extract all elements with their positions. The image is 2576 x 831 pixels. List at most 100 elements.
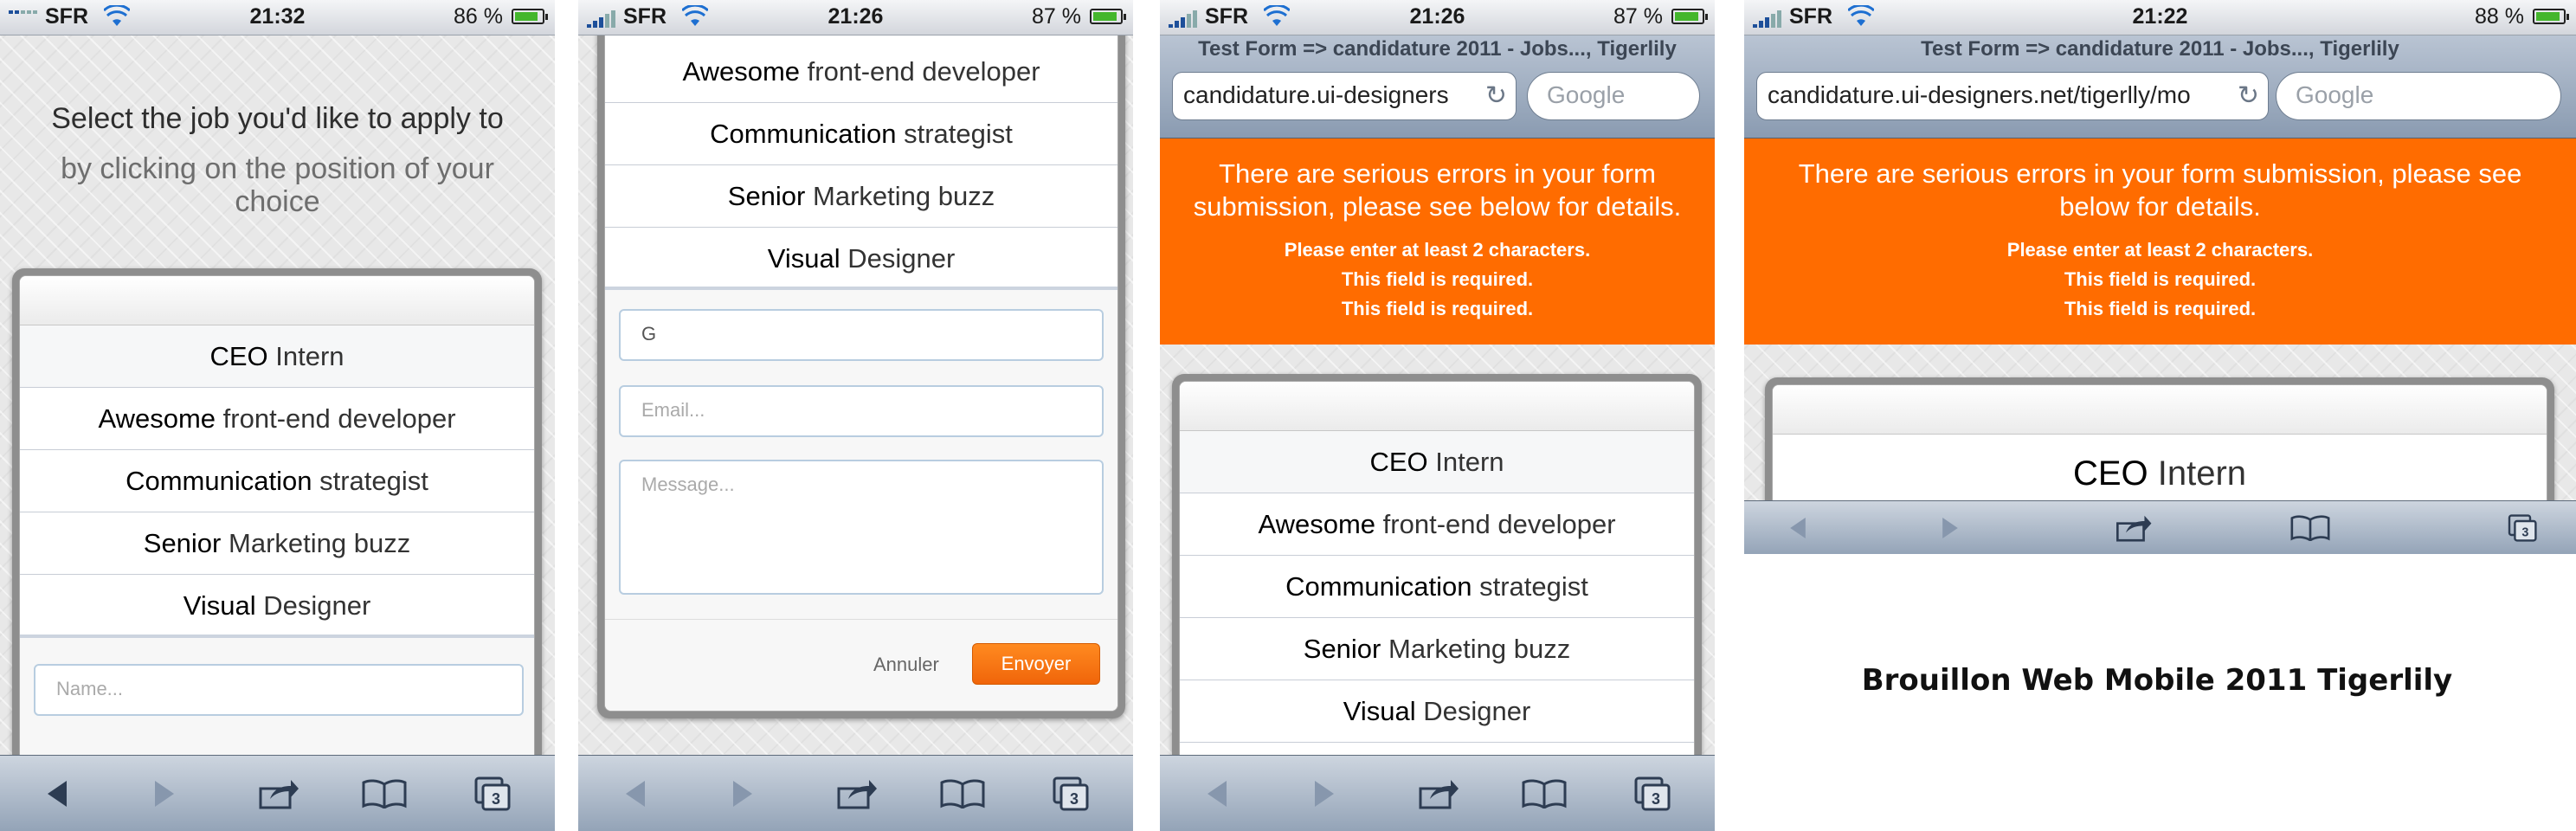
job-subtitle: Designer	[1423, 695, 1531, 726]
screen-2: SFR 21:26 87 % Awesome front-end develop…	[578, 0, 1133, 831]
job-subtitle: Intern	[2157, 454, 2247, 493]
job-subtitle: Marketing buzz	[813, 180, 995, 211]
page-title: Test Form => candidature 2011 - Jobs...,…	[1198, 37, 1677, 61]
share-button[interactable]	[251, 756, 306, 831]
screen-3: SFR 21:26 87 % Test Form => candidature …	[1160, 0, 1715, 831]
page-subtitle: by clicking on the position of your choi…	[61, 152, 494, 218]
battery-percent: 87 %	[1613, 4, 1663, 29]
error-title: There are serious errors in your form su…	[1798, 158, 2522, 222]
caption: Brouillon Web Mobile 2011 Tigerlily	[1861, 663, 2453, 698]
clock: 21:22	[2132, 4, 2188, 29]
job-item-designer[interactable]: Visual Designer	[1180, 680, 1694, 743]
error-item: This field is required.	[1341, 268, 1534, 290]
tabs-count: 3	[2521, 526, 2528, 540]
job-subtitle: Designer	[263, 589, 371, 621]
status-bar: SFR 21:26 87 %	[1160, 0, 1715, 35]
tabs-button[interactable]: 3	[1044, 756, 1099, 831]
back-button[interactable]	[1770, 501, 1826, 554]
tabs-count: 3	[492, 790, 500, 808]
search-field[interactable]: Google	[2276, 72, 2561, 120]
battery-percent: 88 %	[2475, 4, 2524, 29]
job-item-designer[interactable]: Visual Designer	[20, 575, 534, 637]
job-item-marketing[interactable]: Senior Marketing buzz	[20, 512, 534, 575]
job-panel-inner: CEO Intern Awesome front-end developer C…	[1179, 381, 1695, 817]
battery-icon	[1090, 9, 1126, 24]
tabs-icon: 3	[2508, 514, 2537, 542]
job-list: CEO Intern Awesome front-end developer C…	[1180, 431, 1694, 743]
search-field[interactable]: Google	[1527, 72, 1700, 120]
bookmarks-icon	[2290, 515, 2330, 541]
back-button[interactable]	[608, 756, 663, 831]
forward-button[interactable]	[1922, 501, 1978, 554]
forward-button[interactable]	[715, 756, 770, 831]
share-button[interactable]	[829, 756, 885, 831]
tabs-icon: 3	[474, 776, 511, 811]
bookmarks-button[interactable]	[2283, 501, 2338, 554]
job-item-designer[interactable]: Visual Designer	[605, 228, 1117, 290]
tabs-button[interactable]: 3	[2496, 501, 2551, 554]
send-button[interactable]: Envoyer	[972, 643, 1100, 685]
cancel-button[interactable]: Annuler	[873, 654, 939, 676]
job-subheading-wrap: by clicking on the position of your choi…	[0, 152, 555, 218]
error-list: Please enter at least 2 characters. This…	[1160, 235, 1715, 324]
job-item-frontend[interactable]: Awesome front-end developer	[605, 41, 1117, 103]
reload-icon[interactable]: ↻	[2238, 83, 2259, 109]
safari-toolbar: 3	[578, 755, 1133, 831]
bookmarks-button[interactable]	[357, 756, 412, 831]
error-banner: There are serious errors in your form su…	[1160, 138, 1715, 345]
job-subtitle: strategist	[904, 118, 1013, 149]
back-button[interactable]	[1189, 756, 1245, 831]
message-field[interactable]: Message...	[619, 460, 1104, 595]
bookmarks-icon	[940, 779, 985, 808]
share-button[interactable]	[2106, 501, 2161, 554]
bookmarks-button[interactable]	[1517, 756, 1572, 831]
tabs-count: 3	[1652, 790, 1660, 808]
job-title: Communication	[1285, 570, 1472, 602]
forward-arrow-icon	[733, 781, 752, 807]
url-field[interactable]: candidature.ui-designers ↻	[1172, 72, 1517, 120]
job-item-communication[interactable]: Communication strategist	[20, 450, 534, 512]
back-arrow-icon	[1790, 518, 1806, 538]
panel-header	[1180, 382, 1694, 431]
job-title: CEO	[2072, 454, 2148, 493]
bookmarks-button[interactable]	[935, 756, 990, 831]
panel-header	[20, 276, 534, 325]
job-item-marketing[interactable]: Senior Marketing buzz	[605, 165, 1117, 228]
job-item-marketing[interactable]: Senior Marketing buzz	[1180, 618, 1694, 680]
reload-icon[interactable]: ↻	[1485, 83, 1507, 109]
page-title: Select the job you'd like to apply to	[51, 102, 504, 135]
job-item-ceo[interactable]: CEO Intern	[20, 325, 534, 388]
job-item-communication[interactable]: Communication strategist	[1180, 556, 1694, 618]
job-subtitle: front-end developer	[1382, 508, 1616, 539]
error-item: Please enter at least 2 characters.	[1284, 239, 1591, 261]
job-list: CEO Intern Awesome front-end developer C…	[20, 325, 534, 637]
job-title: Senior	[727, 180, 806, 211]
job-panel: CEO Intern Awesome front-end developer C…	[12, 268, 542, 822]
url-field[interactable]: candidature.ui-designers.net/tigerlly/mo…	[1756, 72, 2269, 120]
job-item-communication[interactable]: Communication strategist	[605, 103, 1117, 165]
error-item: This field is required.	[2064, 268, 2257, 290]
screen-1: SFR 21:32 86 % Select the job you'd like…	[0, 0, 555, 831]
email-field[interactable]: Email...	[619, 385, 1104, 437]
name-field[interactable]: Name...	[34, 664, 524, 716]
job-title: Visual	[183, 589, 256, 621]
job-panel: Awesome front-end developer Communicatio…	[597, 17, 1125, 718]
back-button[interactable]	[29, 756, 85, 831]
error-item: This field is required.	[1341, 298, 1534, 319]
share-icon	[259, 780, 299, 809]
tabs-button[interactable]: 3	[1626, 756, 1681, 831]
status-bar: SFR 21:32 86 %	[0, 0, 555, 35]
job-item-frontend[interactable]: Awesome front-end developer	[20, 388, 534, 450]
forward-button[interactable]	[1297, 756, 1352, 831]
battery-icon	[512, 9, 548, 24]
job-item-ceo[interactable]: CEO Intern	[1180, 431, 1694, 493]
job-item-frontend[interactable]: Awesome front-end developer	[1180, 493, 1694, 556]
safari-toolbar: 3	[1160, 755, 1715, 831]
share-button[interactable]	[1411, 756, 1466, 831]
name-field[interactable]: G	[619, 309, 1104, 361]
form-divider	[605, 619, 1117, 620]
screen-4: SFR 21:22 88 % Test Form => candidature …	[1744, 0, 2576, 554]
forward-button[interactable]	[137, 756, 192, 831]
job-title: Senior	[1303, 633, 1381, 664]
tabs-button[interactable]: 3	[466, 756, 521, 831]
